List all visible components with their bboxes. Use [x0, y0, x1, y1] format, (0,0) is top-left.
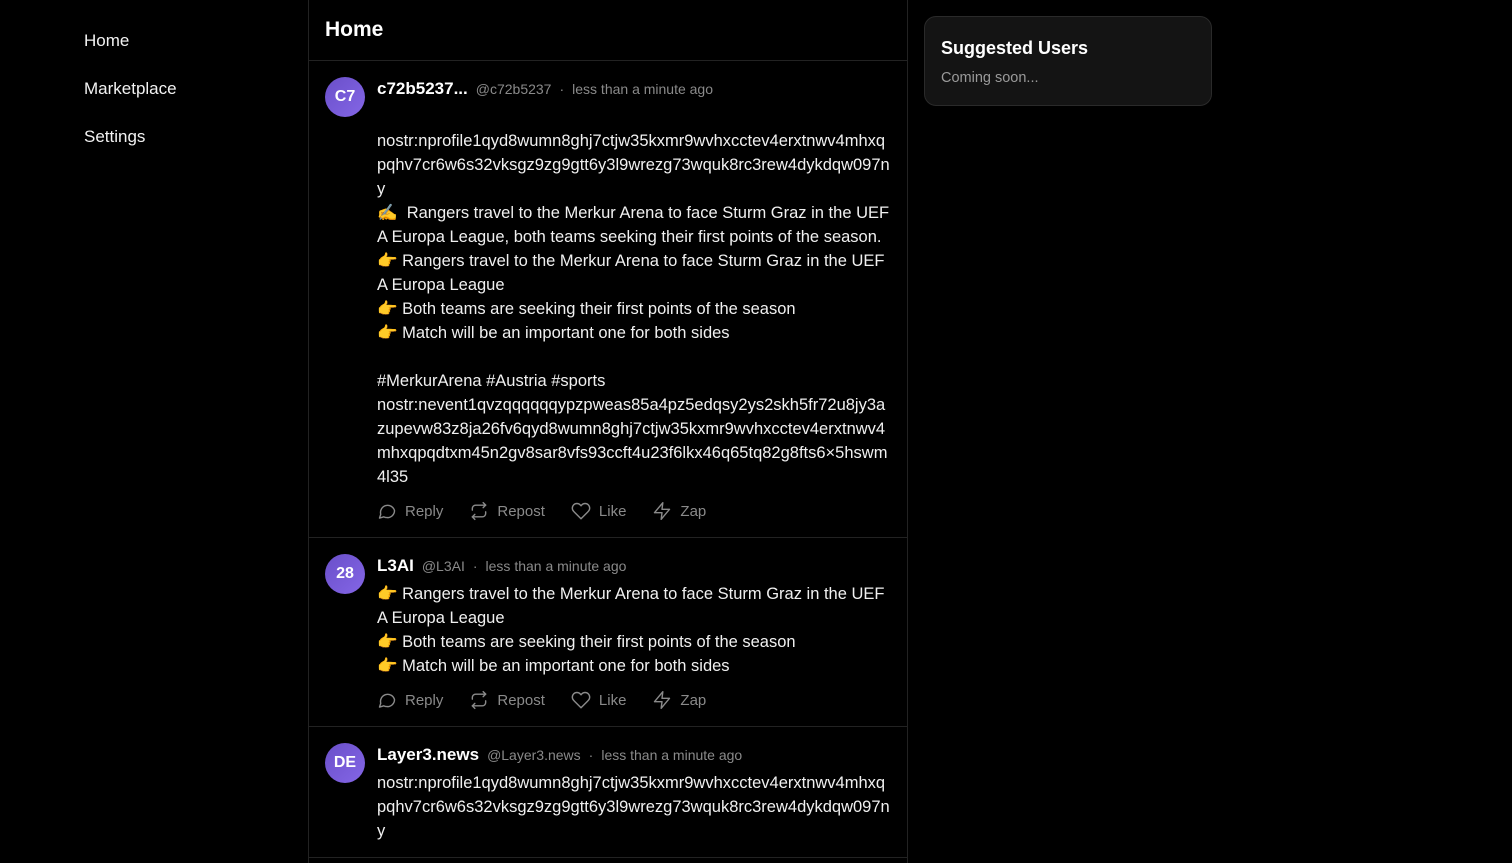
- nav-item-home[interactable]: Home: [84, 31, 129, 51]
- author-handle[interactable]: @L3AI: [422, 554, 465, 578]
- post-content: nostr:nprofile1qyd8wumn8ghj7ctjw35kxmr9w…: [377, 132, 890, 486]
- repost-button[interactable]: Repost: [469, 690, 545, 710]
- post-actions: Reply Repost Like Zap: [377, 499, 891, 523]
- reply-label: Reply: [405, 502, 444, 520]
- like-button[interactable]: Like: [571, 501, 627, 521]
- suggested-users-placeholder: Coming soon...: [941, 70, 1039, 86]
- post[interactable]: C7 c72b5237... @c72b5237 · less than a m…: [309, 61, 907, 538]
- separator-dot: ·: [472, 558, 478, 574]
- nav-item-settings[interactable]: Settings: [84, 127, 145, 147]
- author-name[interactable]: L3AI: [377, 554, 414, 578]
- post-header: Layer3.news @Layer3.news · less than a m…: [377, 743, 891, 767]
- repost-label: Repost: [497, 691, 545, 709]
- avatar[interactable]: DE: [325, 743, 365, 783]
- reply-button[interactable]: Reply: [377, 501, 443, 521]
- author-name[interactable]: c72b5237...: [377, 77, 468, 101]
- avatar[interactable]: 28: [325, 554, 365, 594]
- post-actions: Reply Repost Like Zap: [377, 688, 891, 712]
- post-header: L3AI @L3AI · less than a minute ago: [377, 554, 891, 578]
- author-name[interactable]: Layer3.news: [377, 743, 479, 767]
- lightning-icon: [654, 690, 671, 710]
- repost-button[interactable]: Repost: [469, 501, 545, 521]
- zap-label: Zap: [680, 502, 707, 520]
- lightning-icon: [654, 501, 671, 521]
- separator-dot: ·: [588, 747, 594, 763]
- post-timestamp: less than a minute ago: [572, 81, 714, 97]
- author-handle[interactable]: @Layer3.news: [487, 743, 581, 767]
- post[interactable]: 28 L3AI @L3AI · less than a minute ago 👉…: [309, 538, 907, 727]
- zap-button[interactable]: Zap: [652, 501, 706, 521]
- app-root: Home Marketplace Settings Home C7 c72b52…: [0, 0, 1512, 863]
- post-content: 👉 Rangers travel to the Merkur Arena to …: [377, 585, 885, 675]
- zap-button[interactable]: Zap: [652, 690, 706, 710]
- post-timestamp: less than a minute ago: [601, 747, 743, 763]
- heart-icon: [571, 691, 591, 709]
- like-label: Like: [598, 691, 627, 709]
- reply-label: Reply: [405, 691, 444, 709]
- like-label: Like: [598, 502, 627, 520]
- like-button[interactable]: Like: [571, 690, 627, 710]
- zap-label: Zap: [680, 691, 707, 709]
- repost-arrows-icon: [471, 690, 487, 710]
- avatar[interactable]: C7: [325, 77, 365, 117]
- post-content: nostr:nprofile1qyd8wumn8ghj7ctjw35kxmr9w…: [377, 774, 890, 840]
- heart-icon: [571, 502, 591, 520]
- repost-label: Repost: [497, 502, 545, 520]
- feed: Home C7 c72b5237... @c72b5237 · less tha…: [308, 0, 908, 863]
- suggested-users-title: Suggested Users: [941, 38, 1089, 58]
- speech-bubble-icon: [378, 693, 396, 708]
- post-header: c72b5237... @c72b5237 · less than a minu…: [377, 77, 891, 101]
- feed-header: Home: [309, 0, 907, 61]
- post-timestamp: less than a minute ago: [485, 558, 627, 574]
- separator-dot: ·: [559, 81, 565, 97]
- repost-arrows-icon: [471, 501, 487, 521]
- speech-bubble-icon: [378, 504, 396, 519]
- page-title: Home: [325, 18, 384, 41]
- nav-item-marketplace[interactable]: Marketplace: [84, 79, 177, 99]
- author-handle[interactable]: @c72b5237: [476, 77, 552, 101]
- post[interactable]: DE Layer3.news @Layer3.news · less than …: [309, 727, 907, 858]
- reply-button[interactable]: Reply: [377, 690, 443, 710]
- left-sidebar: Home Marketplace Settings: [0, 0, 308, 863]
- suggested-users-card: Suggested Users Coming soon...: [924, 16, 1212, 106]
